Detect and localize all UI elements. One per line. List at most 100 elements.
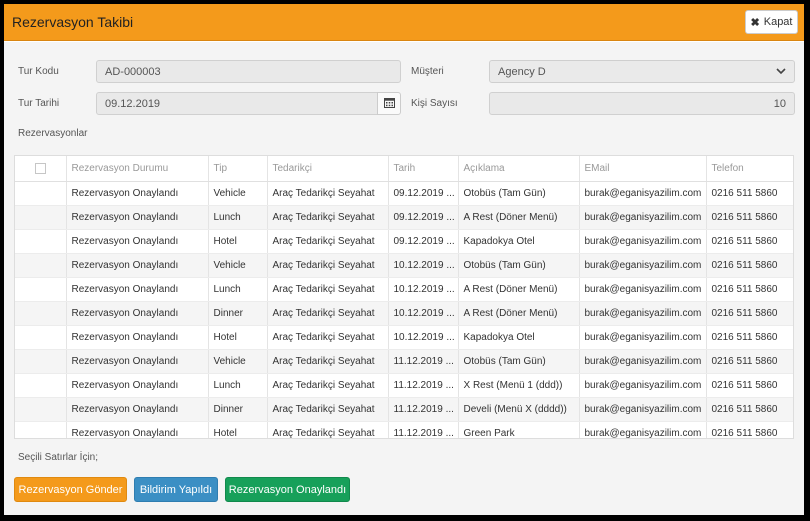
table-cell: burak@eganisyazilim.com [579, 205, 707, 230]
dialog-header: Rezervasyon Takibi ✖ Kapat [4, 4, 804, 41]
table-cell: 0216 511 5860 [706, 181, 793, 206]
table-row[interactable]: Rezervasyon Onaylandı Vehicle Araç Tedarik… [15, 349, 793, 374]
table-row[interactable]: Rezervasyon Onaylandı Vehicle Araç Tedarik… [15, 253, 793, 278]
table-row[interactable]: Rezervasyon Onaylandı Hotel Araç Tedarikçi… [15, 421, 793, 438]
table-cell: A Rest (Döner Menü) [458, 277, 580, 302]
table-cell: 11.12.2019 ... [388, 397, 459, 422]
column-header[interactable]: Tarih [388, 156, 459, 182]
close-button[interactable]: ✖ Kapat [745, 10, 798, 34]
pax-field[interactable]: 10 [489, 92, 795, 115]
close-icon: ✖ [750, 16, 760, 29]
table-cell: 10.12.2019 ... [388, 277, 459, 302]
chevron-down-icon [776, 66, 786, 78]
select-all-header [15, 156, 67, 182]
row-select-cell [15, 181, 67, 206]
table-row[interactable]: Rezervasyon Onaylandı Hotel Araç Tedarikçi… [15, 229, 793, 254]
row-select-cell [15, 421, 67, 438]
table-row[interactable]: Rezervasyon Onaylandı Dinner Araç Tedarikç… [15, 397, 793, 422]
table-cell: burak@eganisyazilim.com [579, 349, 707, 374]
column-header[interactable]: Açıklama [458, 156, 580, 182]
table-cell: burak@eganisyazilim.com [579, 229, 707, 254]
table-cell: Rezervasyon Onaylandı [66, 301, 209, 326]
table-row[interactable]: Rezervasyon Onaylandı Hotel Araç Tedarikçi… [15, 325, 793, 350]
table-cell: Hotel [208, 229, 268, 254]
table-cell: 0216 511 5860 [706, 277, 793, 302]
table-cell: 0216 511 5860 [706, 205, 793, 230]
table-cell: 10.12.2019 ... [388, 325, 459, 350]
table-cell: Araç Tedarikçi Seyahat [267, 277, 389, 302]
table-cell: Otobüs (Tam Gün) [458, 349, 580, 374]
dialog-body: Tur Kodu AD-000003 Müşteri Agency D Tur … [4, 42, 804, 515]
table-cell: 09.12.2019 ... [388, 229, 459, 254]
send-reservation-button[interactable]: Rezervasyon Gönder [14, 477, 127, 502]
table-cell: burak@eganisyazilim.com [579, 181, 707, 206]
column-header[interactable]: Rezervasyon Durumu [66, 156, 209, 182]
reservations-table: Rezervasyon Durumu Tip Tedarikçi Tarih A… [14, 155, 794, 439]
dialog-title: Rezervasyon Takibi [12, 14, 134, 30]
table-cell: Rezervasyon Onaylandı [66, 229, 209, 254]
select-all-checkbox[interactable] [34, 162, 46, 174]
table-cell: burak@eganisyazilim.com [579, 301, 707, 326]
table-cell: 11.12.2019 ... [388, 373, 459, 398]
row-select-cell [15, 397, 67, 422]
table-cell: A Rest (Döner Menü) [458, 205, 580, 230]
table-cell: Rezervasyon Onaylandı [66, 349, 209, 374]
tour-code-field[interactable]: AD-000003 [96, 60, 401, 83]
table-cell: Araç Tedarikçi Seyahat [267, 421, 389, 438]
customer-select[interactable]: Agency D [489, 60, 795, 83]
row-select-cell [15, 229, 67, 254]
table-cell: 0216 511 5860 [706, 325, 793, 350]
table-cell: Vehicle [208, 181, 268, 206]
table-cell: 09.12.2019 ... [388, 205, 459, 230]
table-cell: burak@eganisyazilim.com [579, 421, 707, 438]
table-cell: Hotel [208, 421, 268, 438]
table-cell: Dinner [208, 397, 268, 422]
table-cell: 10.12.2019 ... [388, 301, 459, 326]
row-select-cell [15, 373, 67, 398]
table-cell: Develi (Menü X (dddd)) [458, 397, 580, 422]
column-header[interactable]: Tip [208, 156, 268, 182]
table-cell: burak@eganisyazilim.com [579, 373, 707, 398]
table-cell: 09.12.2019 ... [388, 181, 459, 206]
reservation-confirmed-button[interactable]: Rezervasyon Onaylandı [225, 477, 350, 502]
table-cell: Araç Tedarikçi Seyahat [267, 325, 389, 350]
column-header[interactable]: EMail [579, 156, 707, 182]
selected-rows-label: Seçili Satırlar İçin; [18, 452, 99, 463]
table-header-row: Rezervasyon Durumu Tip Tedarikçi Tarih A… [15, 156, 793, 182]
column-header[interactable]: Telefon [706, 156, 793, 182]
table-cell: 0216 511 5860 [706, 301, 793, 326]
notification-done-button[interactable]: Bildirim Yapıldı [134, 477, 218, 502]
reservation-tracking-dialog: Rezervasyon Takibi ✖ Kapat Tur Kodu AD-0… [4, 4, 804, 515]
row-select-cell [15, 325, 67, 350]
table-cell: Lunch [208, 373, 268, 398]
table-cell: burak@eganisyazilim.com [579, 277, 707, 302]
table-row[interactable]: Rezervasyon Onaylandı Dinner Araç Tedarikç… [15, 301, 793, 326]
tour-date-field[interactable]: 09.12.2019 [96, 92, 378, 115]
table-cell: Araç Tedarikçi Seyahat [267, 301, 389, 326]
table-row[interactable]: Rezervasyon Onaylandı Lunch Araç Tedarikçi… [15, 205, 793, 230]
table-cell: 0216 511 5860 [706, 229, 793, 254]
table-cell: Rezervasyon Onaylandı [66, 277, 209, 302]
table-cell: 10.12.2019 ... [388, 253, 459, 278]
table-cell: X Rest (Menü 1 (ddd)) [458, 373, 580, 398]
table-cell: Araç Tedarikçi Seyahat [267, 205, 389, 230]
table-cell: Otobüs (Tam Gün) [458, 181, 580, 206]
row-select-cell [15, 205, 67, 230]
table-cell: Araç Tedarikçi Seyahat [267, 349, 389, 374]
table-cell: 0216 511 5860 [706, 253, 793, 278]
table-cell: burak@eganisyazilim.com [579, 253, 707, 278]
customer-select-value: Agency D [498, 65, 546, 78]
table-cell: Otobüs (Tam Gün) [458, 253, 580, 278]
table-cell: Rezervasyon Onaylandı [66, 421, 209, 438]
table-cell: 11.12.2019 ... [388, 349, 459, 374]
table-row[interactable]: Rezervasyon Onaylandı Lunch Araç Tedarikçi… [15, 373, 793, 398]
row-select-cell [15, 301, 67, 326]
column-header[interactable]: Tedarikçi [267, 156, 389, 182]
date-picker-button[interactable] [377, 92, 401, 115]
table-cell: burak@eganisyazilim.com [579, 325, 707, 350]
table-cell: Dinner [208, 301, 268, 326]
table-row[interactable]: Rezervasyon Onaylandı Lunch Araç Tedarikçi… [15, 277, 793, 302]
table-cell: Kapadokya Otel [458, 229, 580, 254]
table-row[interactable]: Rezervasyon Onaylandı Vehicle Araç Tedarik… [15, 181, 793, 206]
row-select-cell [15, 277, 67, 302]
